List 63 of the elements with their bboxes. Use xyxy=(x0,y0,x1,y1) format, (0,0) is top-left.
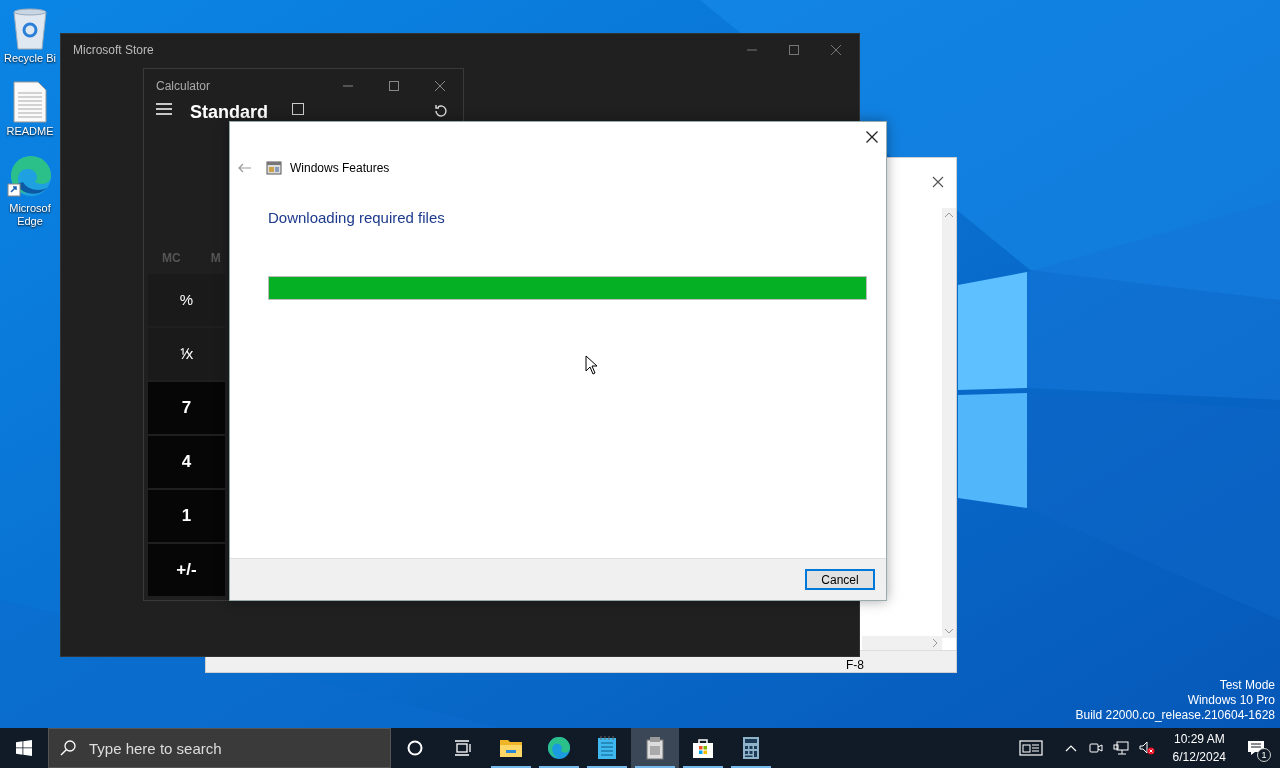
camera-icon[interactable] xyxy=(1088,741,1103,755)
window-title: Microsoft Store xyxy=(73,42,154,59)
calculator-key[interactable]: 7 xyxy=(148,382,225,434)
running-indicator xyxy=(587,766,627,768)
icon-label: Microsof Edge xyxy=(8,202,52,228)
chevron-up-icon[interactable] xyxy=(1064,744,1077,752)
horizontal-scrollbar[interactable] xyxy=(862,636,942,650)
cancel-button[interactable]: Cancel xyxy=(805,569,875,590)
desktop-icon[interactable]: Microsof Edge xyxy=(2,154,58,228)
icon-label: Recycle Bi xyxy=(3,52,57,65)
notepad-icon xyxy=(597,736,617,760)
back-arrow-icon[interactable] xyxy=(238,163,252,173)
calculator-key[interactable]: 4 xyxy=(148,436,225,488)
watermark-text: Build 22000.co_release.210604-1628 xyxy=(1075,708,1275,723)
encoding-label: F-8 xyxy=(846,659,864,671)
folder-icon xyxy=(499,738,523,758)
desktop-icon[interactable]: README xyxy=(2,81,58,138)
document-icon xyxy=(13,81,47,123)
watermark-text: Windows 10 Pro xyxy=(1187,693,1275,708)
news-icon[interactable] xyxy=(1018,740,1043,756)
taskbar-app[interactable] xyxy=(631,728,679,768)
clock-time[interactable]: 10:29 AM xyxy=(1173,730,1225,748)
calculator-icon xyxy=(742,736,760,760)
mode-title: Standard xyxy=(190,103,268,121)
running-indicator xyxy=(539,766,579,768)
clock-date[interactable]: 6/12/2024 xyxy=(1172,748,1226,766)
running-indicator xyxy=(635,766,675,768)
notification-button[interactable]: 1 xyxy=(1232,728,1280,768)
close-icon[interactable] xyxy=(932,176,944,188)
search-icon xyxy=(60,740,76,756)
running-indicator xyxy=(731,766,771,768)
watermark-text: Test Mode xyxy=(1219,678,1275,693)
task-view-icon xyxy=(454,740,472,756)
dialog-title: Windows Features xyxy=(290,160,390,177)
dialog-heading: Downloading required files xyxy=(268,208,446,228)
calculator-key[interactable]: 1 xyxy=(148,490,225,542)
features-icon xyxy=(266,160,282,176)
running-indicator xyxy=(491,766,531,768)
window-title: Calculator xyxy=(156,78,211,95)
maximize-icon[interactable] xyxy=(389,81,399,91)
network-icon[interactable] xyxy=(1112,741,1129,755)
shopping-bag-icon xyxy=(692,737,714,759)
calculator-key[interactable]: % xyxy=(148,274,225,326)
menu-icon[interactable] xyxy=(156,103,172,115)
recycle-bin-icon xyxy=(11,6,49,50)
edge-icon xyxy=(7,154,53,200)
search-field[interactable]: Type here to search xyxy=(48,728,391,768)
maximize-icon[interactable] xyxy=(789,45,799,55)
calculator-key[interactable]: ⅟x xyxy=(148,328,225,380)
icon-label: README xyxy=(5,125,55,138)
circle-icon xyxy=(407,740,423,756)
close-icon[interactable] xyxy=(866,131,878,143)
mouse-cursor-icon xyxy=(585,355,598,375)
features-icon xyxy=(644,736,666,760)
running-indicator xyxy=(683,766,723,768)
calculator-key[interactable]: +/- xyxy=(148,544,225,596)
keep-on-top-icon[interactable] xyxy=(292,103,304,115)
history-icon[interactable] xyxy=(433,103,449,119)
notification-count-badge: 1 xyxy=(1257,748,1271,762)
desktop-icon[interactable]: Recycle Bi xyxy=(2,6,58,65)
windows-logo-icon xyxy=(16,740,32,756)
edge-icon xyxy=(547,736,571,760)
muted-speaker-icon[interactable] xyxy=(1138,741,1155,755)
